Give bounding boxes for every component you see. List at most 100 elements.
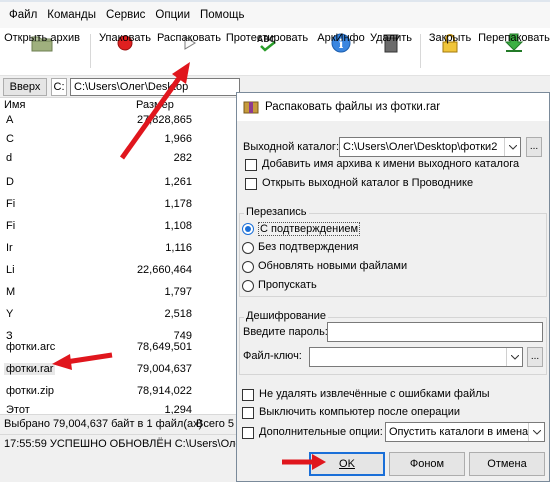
unpack-button[interactable]: Распаковать (156, 28, 222, 76)
test-label: Протестировать (225, 32, 309, 44)
up-button[interactable]: Вверх (3, 78, 47, 96)
file-row[interactable]: D 1,261 (0, 173, 236, 193)
file-row-selected[interactable]: фотки.rar 79,004,637 (0, 360, 236, 380)
toolbar-separator (420, 34, 421, 68)
file-row[interactable]: фотки.arc 78,649,501 (0, 338, 236, 358)
repack-label: Перепаковать (478, 32, 550, 44)
cancel-button-label: Отмена (487, 458, 527, 470)
archive-info-button[interactable]: i АркИнфо (312, 28, 370, 76)
overwrite-skip-radio[interactable] (242, 280, 254, 292)
file-row[interactable]: d 282 (0, 149, 236, 169)
extra-options-checkbox[interactable] (242, 427, 254, 439)
extra-options-value: Опустить каталоги в именах (389, 426, 534, 438)
drive-selector[interactable]: C: (51, 78, 67, 96)
file-size: 1,116 (165, 242, 192, 254)
file-row[interactable]: С 1,966 (0, 130, 236, 150)
keyfile-combo[interactable] (309, 347, 523, 367)
overwrite-no-confirm-radio[interactable] (242, 242, 254, 254)
file-row[interactable]: фотки.zip 78,914,022 (0, 382, 236, 402)
browse-button[interactable]: ... (526, 137, 542, 157)
background-button-label: Фоном (409, 458, 445, 470)
repack-button[interactable]: Перепаковать (478, 28, 550, 76)
chevron-down-icon[interactable] (504, 138, 520, 156)
lock-button[interactable]: Закрыть (424, 28, 476, 76)
file-name: фотки.arc (6, 341, 56, 353)
file-name: M (6, 286, 16, 298)
path-field[interactable]: C:\Users\Олег\Desktop (70, 78, 240, 96)
chevron-down-icon[interactable] (528, 423, 544, 441)
total-status-text: Всего 5 (196, 418, 235, 430)
file-row[interactable]: А 27,828,865 (0, 111, 236, 131)
file-size: 22,660,464 (136, 264, 192, 276)
password-label: Введите пароль: (243, 326, 328, 338)
overwrite-update-label: Обновлять новыми файлами (258, 260, 408, 272)
keep-broken-checkbox[interactable] (242, 389, 254, 401)
test-button[interactable]: ABC Протестировать (226, 28, 308, 76)
delete-label: Удалить (370, 32, 412, 44)
delete-button[interactable]: Удалить (368, 28, 414, 76)
ok-button[interactable]: OK (309, 452, 385, 476)
lock-label: Закрыть (428, 32, 472, 44)
output-dir-combo[interactable]: C:\Users\Олег\Desktop\фотки2 (339, 137, 521, 157)
output-dir-value: C:\Users\Олег\Desktop\фотки2 (343, 141, 498, 153)
extra-options-combo[interactable]: Опустить каталоги в именах (385, 422, 545, 442)
file-name: Fi (6, 220, 16, 232)
pack-button[interactable]: Упаковать (96, 28, 154, 76)
bottom-panel (0, 454, 236, 482)
menu-file[interactable]: Файл (4, 4, 42, 26)
keyfile-label: Файл-ключ: (243, 350, 302, 362)
column-name-header[interactable]: Имя (4, 99, 25, 111)
archive-icon (243, 101, 259, 114)
file-name: Fi (6, 198, 16, 210)
decrypt-group-label: Дешифрование (244, 310, 328, 322)
menu-tools[interactable]: Сервис (101, 4, 150, 26)
file-size: 1,108 (164, 220, 192, 232)
archive-info-label: АркИнфо (317, 32, 365, 44)
overwrite-confirm-radio[interactable] (242, 223, 254, 235)
file-name: Li (6, 264, 15, 276)
file-size: 1,966 (164, 133, 192, 145)
file-row[interactable]: Fi 1,178 (0, 195, 236, 215)
file-name: d (6, 152, 13, 164)
file-name: D (6, 176, 14, 188)
menu-options[interactable]: Опции (150, 4, 195, 26)
file-name: фотки.rar (4, 363, 56, 375)
file-row[interactable]: Y 2,518 (0, 305, 236, 325)
open-in-explorer-label: Открыть выходной каталог в Проводнике (262, 177, 474, 189)
file-row[interactable]: Ir 1,116 (0, 239, 236, 259)
add-archive-name-checkbox[interactable] (245, 159, 257, 171)
file-row[interactable]: M 1,797 (0, 283, 236, 303)
column-size-header[interactable]: Размер (136, 99, 174, 111)
app-window: Файл Команды Сервис Опции Помощь Открыть… (0, 0, 550, 482)
keyfile-browse-button[interactable]: ... (527, 347, 543, 367)
shutdown-label: Выключить компьютер после операции (259, 406, 461, 418)
shutdown-checkbox[interactable] (242, 407, 254, 419)
password-input[interactable] (327, 322, 543, 342)
file-list: Имя Размер А 27,828,865 С 1,966 d 282 D 1,26… (0, 98, 236, 416)
open-archive-button[interactable]: Открыть архив (4, 28, 80, 76)
file-name: С (6, 133, 14, 145)
file-name: фотки.zip (6, 385, 55, 397)
toolbar: Открыть архив Упаковать Распаковать ABC … (0, 28, 550, 76)
dialog-title: Распаковать файлы из фотки.rar (265, 101, 441, 113)
file-name: А (6, 114, 14, 126)
toolbar-separator (90, 34, 91, 68)
file-size: 78,649,501 (136, 341, 192, 353)
dialog-titlebar: Распаковать файлы из фотки.rar (237, 93, 549, 121)
cancel-button[interactable]: Отмена (469, 452, 545, 476)
background-button[interactable]: Фоном (389, 452, 465, 476)
unpack-label: Распаковать (156, 32, 222, 44)
extra-options-label: Дополнительные опции: (259, 426, 383, 438)
menu-commands[interactable]: Команды (42, 4, 101, 26)
overwrite-update-radio[interactable] (242, 261, 254, 273)
add-archive-name-label: Добавить имя архива к имени выходного ка… (262, 158, 520, 170)
file-size: 1,261 (164, 176, 192, 188)
file-row[interactable]: Fi 1,108 (0, 217, 236, 237)
menu-help[interactable]: Помощь (195, 4, 249, 26)
ok-button-label: OK (339, 458, 355, 470)
open-in-explorer-checkbox[interactable] (245, 178, 257, 190)
open-archive-label: Открыть архив (4, 32, 80, 44)
chevron-down-icon[interactable] (506, 348, 522, 366)
file-row[interactable]: Li 22,660,464 (0, 261, 236, 281)
file-size: 27,828,865 (136, 114, 192, 126)
